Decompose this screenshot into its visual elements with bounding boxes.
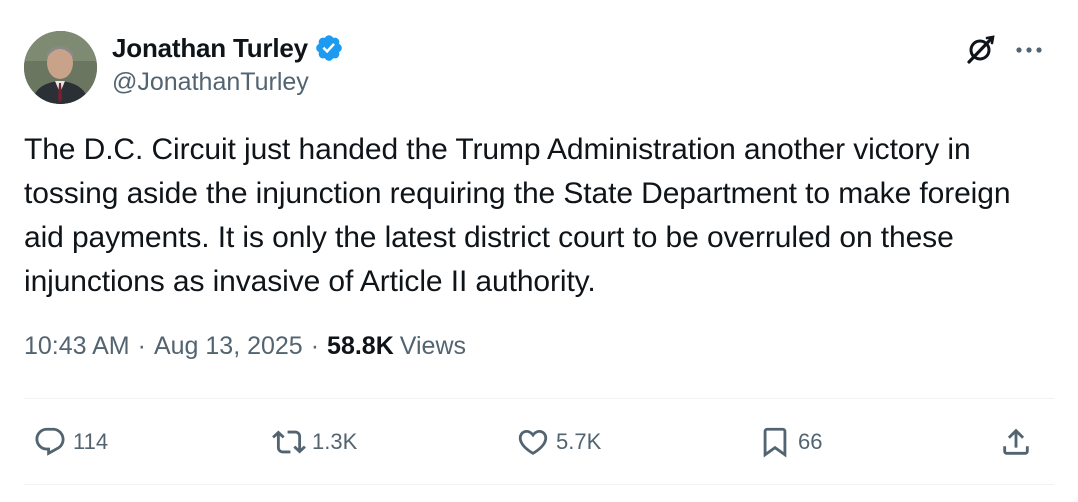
divider [24,484,1054,485]
grok-icon[interactable] [963,33,997,67]
tweet-meta: 10:43 AM · Aug 13, 2025 · 58.8K Views [24,332,466,361]
divider [24,398,1054,399]
tweet-time[interactable]: 10:43 AM [24,332,130,361]
author-display-name[interactable]: Jonathan Turley [112,33,308,64]
bookmark-button[interactable]: 66 [758,422,822,462]
author-name-row: Jonathan Turley [112,30,344,66]
verified-badge-icon [314,33,344,63]
reply-count: 114 [73,429,109,454]
tweet-text: The D.C. Circuit just handed the Trump A… [24,133,1011,298]
reply-button[interactable]: 114 [33,422,108,462]
bookmark-icon [763,427,787,458]
reply-icon [35,427,65,456]
like-button[interactable]: 5.7K [516,422,601,462]
avatar[interactable] [24,31,97,104]
more-icon[interactable] [1013,40,1045,60]
tweet-date[interactable]: Aug 13, 2025 [154,332,303,361]
author-handle[interactable]: @JonathanTurley [112,68,309,97]
bookmark-count: 66 [798,429,823,454]
share-icon [1003,428,1029,455]
meta-separator: · [137,332,146,360]
repost-count: 1.3K [312,429,358,454]
like-count: 5.7K [556,429,602,454]
avatar-image [24,31,97,104]
views-count[interactable]: 58.8K [327,332,394,361]
repost-icon [272,430,306,454]
repost-button[interactable]: 1.3K [272,422,357,462]
like-icon [518,429,548,455]
meta-separator: · [310,332,320,360]
share-button[interactable] [999,422,1033,462]
views-label: Views [399,332,467,360]
tweet-card: Jonathan Turley @JonathanTurley The D.C.… [0,0,1078,502]
